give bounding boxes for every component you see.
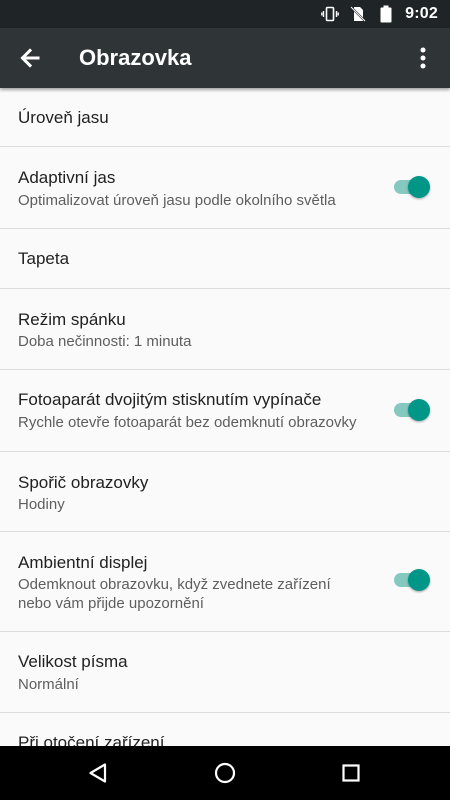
status-time: 9:02: [405, 5, 438, 22]
setting-adaptive-brightness[interactable]: Adaptivní jas Optimalizovat úroveň jasu …: [0, 147, 450, 229]
ambient-display-toggle[interactable]: [390, 568, 430, 592]
setting-device-rotation[interactable]: Při otočení zařízení: [0, 713, 450, 746]
setting-title: Spořič obrazovky: [18, 473, 149, 492]
setting-subtitle: Rychle otevře fotoaparát bez odemknutí o…: [18, 414, 357, 431]
setting-sleep[interactable]: Režim spánku Doba nečinnosti: 1 minuta: [0, 289, 450, 370]
setting-subtitle: Doba nečinnosti: 1 minuta: [18, 333, 192, 350]
back-triangle-icon: [89, 763, 107, 783]
no-sim-icon: [349, 5, 367, 23]
setting-title: Fotoaparát dvojitým stisknutím vypínače: [18, 390, 322, 409]
vibrate-icon: [321, 5, 340, 23]
setting-double-tap-camera[interactable]: Fotoaparát dvojitým stisknutím vypínače …: [0, 370, 450, 452]
setting-title: Velikost písma: [18, 652, 128, 671]
nav-recents-button[interactable]: [335, 758, 367, 788]
adaptive-brightness-toggle[interactable]: [390, 175, 430, 199]
setting-ambient-display[interactable]: Ambientní displej Odemknout obrazovku, k…: [0, 532, 450, 632]
setting-subtitle: Normální: [18, 676, 79, 693]
setting-title: Adaptivní jas: [18, 168, 116, 187]
setting-title: Ambientní displej: [18, 553, 148, 572]
setting-title: Úroveň jasu: [18, 108, 109, 127]
recents-square-icon: [342, 764, 360, 782]
settings-list[interactable]: Úroveň jasu Adaptivní jas Optimalizovat …: [0, 88, 450, 746]
overflow-menu-icon: [420, 47, 426, 69]
home-circle-icon: [214, 762, 236, 784]
setting-subtitle-line2: nebo vám přijde upozornění: [18, 595, 204, 612]
setting-subtitle: Hodiny: [18, 496, 65, 513]
overflow-menu-button[interactable]: [408, 42, 438, 74]
back-arrow-icon: [20, 48, 40, 68]
nav-home-button[interactable]: [209, 758, 241, 788]
setting-subtitle: Odemknout obrazovku, když zvednete zaříz…: [18, 576, 331, 593]
page-title: Obrazovka: [79, 45, 192, 70]
toggle-thumb: [408, 569, 430, 591]
battery-icon: [377, 5, 395, 23]
setting-subtitle: Optimalizovat úroveň jasu podle okolního…: [18, 192, 336, 209]
setting-title: Režim spánku: [18, 310, 126, 329]
back-button[interactable]: [16, 43, 48, 73]
setting-title: Tapeta: [18, 249, 70, 268]
nav-back-button[interactable]: [81, 758, 113, 788]
setting-title: Při otočení zařízení: [18, 733, 165, 746]
navigation-bar: [0, 746, 450, 800]
double-tap-camera-toggle[interactable]: [390, 398, 430, 422]
setting-wallpaper[interactable]: Tapeta: [0, 229, 450, 289]
toggle-thumb: [408, 399, 430, 421]
status-bar: 9:02: [0, 0, 450, 28]
toggle-thumb: [408, 176, 430, 198]
setting-font-size[interactable]: Velikost písma Normální: [0, 632, 450, 713]
setting-screen-saver[interactable]: Spořič obrazovky Hodiny: [0, 452, 450, 532]
setting-brightness-level[interactable]: Úroveň jasu: [0, 88, 450, 147]
app-bar: Obrazovka: [0, 28, 450, 88]
